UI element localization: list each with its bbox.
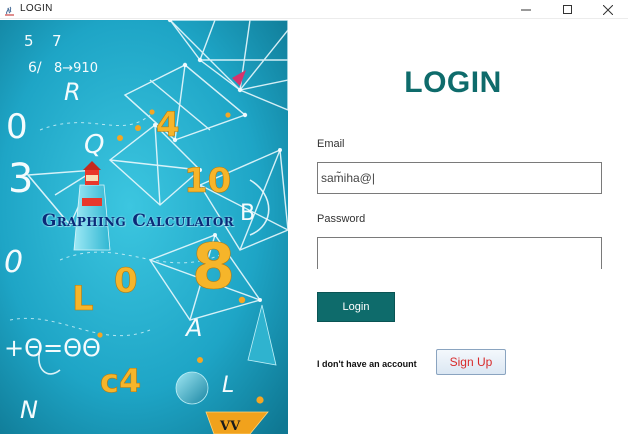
art-glyph: 5 <box>24 32 34 50</box>
art-glyph: +Θ=ΘΘ <box>4 334 101 362</box>
art-glyph: 8 <box>192 230 235 303</box>
art-glyph: 7 <box>52 32 62 50</box>
app-name-title: Graphing Calculator <box>41 211 235 231</box>
art-glyph: 10 <box>184 161 231 201</box>
login-button[interactable]: Login <box>317 292 395 322</box>
minimize-button[interactable] <box>508 0 544 19</box>
art-glyph: R <box>64 78 81 106</box>
maximize-icon <box>563 4 573 15</box>
art-glyph: VV <box>219 419 241 434</box>
art-glyph: 0 <box>4 245 23 280</box>
close-icon <box>603 4 613 15</box>
art-glyph: 0 <box>114 261 138 301</box>
art-glyph: A <box>184 314 202 342</box>
login-form: LOGIN Email Password Login I don't have … <box>288 20 628 434</box>
window-title: LOGIN <box>20 3 53 14</box>
password-label: Password <box>317 213 366 225</box>
login-heading: LOGIN <box>404 66 502 99</box>
art-glyph: 0 <box>6 107 28 147</box>
art-glyph: N <box>20 396 38 424</box>
art-glyph: c4 <box>100 362 141 400</box>
art-glyph: L <box>222 373 234 398</box>
art-glyph: L <box>72 279 94 319</box>
art-glyph: 6/ <box>28 60 42 76</box>
art-glyph: 4 <box>156 105 180 145</box>
java-app-icon <box>3 3 16 16</box>
email-label: Email <box>317 138 345 150</box>
title-bar: LOGIN <box>0 0 628 19</box>
email-field[interactable] <box>317 162 602 194</box>
maximize-button[interactable] <box>550 0 586 19</box>
no-account-text: I don't have an account <box>317 359 417 369</box>
art-glyph: 8→910 <box>54 61 98 76</box>
calculator-artwork: VV 5 7 6/ 8→910 R 0 Q 3 B 0 +Θ=ΘΘ A N L … <box>0 20 288 434</box>
password-field[interactable] <box>317 237 602 269</box>
art-glyph: Q <box>84 130 104 160</box>
art-glyph: 3 <box>8 156 33 202</box>
sign-up-button[interactable]: Sign Up <box>436 349 506 375</box>
minimize-icon <box>521 5 531 15</box>
close-button[interactable] <box>590 0 626 19</box>
